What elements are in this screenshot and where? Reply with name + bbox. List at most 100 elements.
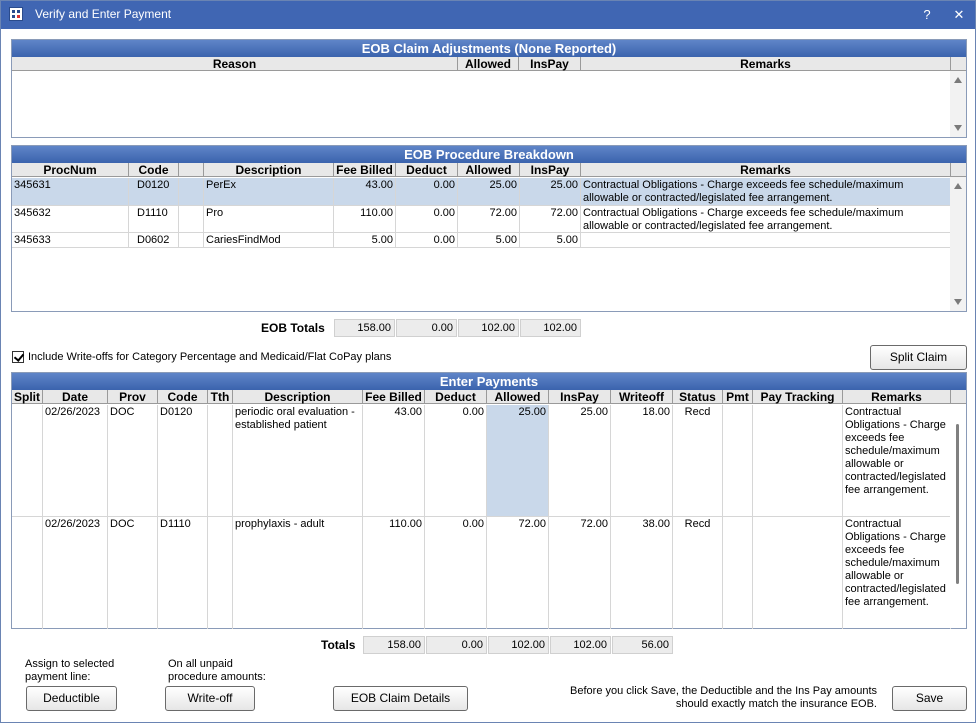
cell-writeoff[interactable]: 38.00 bbox=[611, 517, 673, 629]
save-note: Before you click Save, the Deductible an… bbox=[570, 685, 877, 710]
procedure-breakdown-header: EOB Procedure Breakdown bbox=[12, 146, 966, 163]
cell-fee-billed: 43.00 bbox=[334, 178, 396, 205]
enter-payments-header: Enter Payments bbox=[12, 373, 966, 390]
col-allowed[interactable]: Allowed bbox=[458, 57, 519, 71]
col-fee-billed[interactable]: Fee Billed bbox=[334, 163, 396, 177]
cell-pay-tracking[interactable] bbox=[753, 517, 843, 629]
col-pmt[interactable]: Pmt bbox=[723, 390, 753, 404]
eob-claim-details-button[interactable]: EOB Claim Details bbox=[333, 686, 468, 711]
col-date[interactable]: Date bbox=[43, 390, 108, 404]
col-allowed[interactable]: Allowed bbox=[487, 390, 549, 404]
save-button[interactable]: Save bbox=[892, 686, 967, 711]
scroll-down-icon[interactable] bbox=[954, 125, 962, 131]
col-tooth[interactable]: Tth bbox=[208, 390, 233, 404]
cell-allowed[interactable]: 25.00 bbox=[487, 405, 549, 516]
col-pay-tracking[interactable]: Pay Tracking bbox=[753, 390, 843, 404]
scroll-up-icon[interactable] bbox=[954, 183, 962, 189]
col-remarks[interactable]: Remarks bbox=[581, 163, 951, 177]
cell-writeoff[interactable]: 18.00 bbox=[611, 405, 673, 516]
cell-status: Recd bbox=[673, 405, 723, 516]
cell-pmt bbox=[723, 405, 753, 516]
cell-deduct[interactable]: 0.00 bbox=[425, 405, 487, 516]
table-row[interactable]: 345632 D1110 Pro 110.00 0.00 72.00 72.00… bbox=[12, 206, 951, 233]
cell-allowed[interactable]: 72.00 bbox=[487, 517, 549, 629]
scroll-down-icon[interactable] bbox=[954, 299, 962, 305]
cell-remarks: Contractual Obligations - Charge exceeds… bbox=[581, 206, 951, 232]
writeoff-button[interactable]: Write-off bbox=[165, 686, 255, 711]
col-status[interactable]: Status bbox=[673, 390, 723, 404]
unpaid-note: On all unpaid procedure amounts: bbox=[168, 658, 266, 683]
cell-modifier bbox=[179, 233, 204, 247]
col-reason[interactable]: Reason bbox=[12, 57, 458, 71]
scroll-thumb[interactable] bbox=[956, 424, 959, 584]
payment-totals-label: Totals bbox=[321, 638, 356, 652]
table-row[interactable]: 02/26/2023 DOC D0120 periodic oral evalu… bbox=[12, 405, 951, 517]
enter-payments-grid: Enter Payments Split Date Prov Code Tth … bbox=[11, 372, 967, 629]
col-fee-billed[interactable]: Fee Billed bbox=[363, 390, 425, 404]
eob-totals-label: EOB Totals bbox=[261, 321, 325, 335]
col-split[interactable]: Split bbox=[12, 390, 43, 404]
procedure-breakdown-scrollbar[interactable] bbox=[950, 177, 966, 311]
deductible-button[interactable]: Deductible bbox=[26, 686, 117, 711]
cell-description: Pro bbox=[204, 206, 334, 232]
verify-payment-window: Verify and Enter Payment ? ✕ EOB Claim A… bbox=[0, 0, 976, 723]
cell-remarks[interactable]: Contractual Obligations - Charge exceeds… bbox=[843, 405, 951, 516]
cell-inspay: 25.00 bbox=[520, 178, 581, 205]
include-writeoffs-label[interactable]: Include Write-offs for Category Percenta… bbox=[28, 351, 391, 363]
col-inspay[interactable]: InsPay bbox=[549, 390, 611, 404]
close-icon[interactable]: ✕ bbox=[947, 5, 971, 25]
col-allowed[interactable]: Allowed bbox=[458, 163, 520, 177]
cell-code: D1110 bbox=[158, 517, 208, 629]
cell-split[interactable] bbox=[12, 405, 43, 516]
include-writeoffs-checkbox[interactable] bbox=[12, 351, 24, 363]
table-row[interactable]: 345633 D0602 CariesFindMod 5.00 0.00 5.0… bbox=[12, 233, 951, 248]
split-claim-button[interactable]: Split Claim bbox=[870, 345, 967, 370]
cell-inspay[interactable]: 72.00 bbox=[549, 517, 611, 629]
col-prov[interactable]: Prov bbox=[108, 390, 158, 404]
cell-allowed: 5.00 bbox=[458, 233, 520, 247]
cell-date: 02/26/2023 bbox=[43, 405, 108, 516]
claim-adjustments-scrollbar[interactable] bbox=[950, 71, 966, 137]
col-code[interactable]: Code bbox=[158, 390, 208, 404]
claim-adjustments-grid: EOB Claim Adjustments (None Reported) Re… bbox=[11, 39, 967, 138]
col-remarks[interactable]: Remarks bbox=[843, 390, 951, 404]
cell-remarks[interactable]: Contractual Obligations - Charge exceeds… bbox=[843, 517, 951, 629]
cell-deduct: 0.00 bbox=[396, 233, 458, 247]
help-button[interactable]: ? bbox=[915, 5, 939, 25]
total-inspay: 102.00 bbox=[550, 636, 611, 654]
col-description[interactable]: Description bbox=[204, 163, 334, 177]
cell-inspay[interactable]: 25.00 bbox=[549, 405, 611, 516]
claim-adjustments-columns: Reason Allowed InsPay Remarks bbox=[12, 57, 966, 71]
col-procnum[interactable]: ProcNum bbox=[12, 163, 129, 177]
cell-allowed: 72.00 bbox=[458, 206, 520, 232]
col-deduct[interactable]: Deduct bbox=[425, 390, 487, 404]
col-deduct[interactable]: Deduct bbox=[396, 163, 458, 177]
cell-prov: DOC bbox=[108, 517, 158, 629]
col-remarks[interactable]: Remarks bbox=[581, 57, 951, 71]
cell-code: D0120 bbox=[129, 178, 179, 205]
col-writeoff[interactable]: Writeoff bbox=[611, 390, 673, 404]
total-deduct: 0.00 bbox=[426, 636, 487, 654]
cell-modifier bbox=[179, 178, 204, 205]
cell-pay-tracking[interactable] bbox=[753, 405, 843, 516]
table-row[interactable]: 02/26/2023 DOC D1110 prophylaxis - adult… bbox=[12, 517, 951, 629]
enter-payments-columns: Split Date Prov Code Tth Description Fee… bbox=[12, 390, 966, 404]
col-description[interactable]: Description bbox=[233, 390, 363, 404]
total-allowed: 102.00 bbox=[488, 636, 549, 654]
app-grid-icon bbox=[9, 7, 23, 21]
cell-fee-billed: 5.00 bbox=[334, 233, 396, 247]
col-code[interactable]: Code bbox=[129, 163, 179, 177]
cell-deduct[interactable]: 0.00 bbox=[425, 517, 487, 629]
cell-deduct: 0.00 bbox=[396, 206, 458, 232]
col-inspay[interactable]: InsPay bbox=[519, 57, 581, 71]
cell-prov: DOC bbox=[108, 405, 158, 516]
total-fee-billed: 158.00 bbox=[363, 636, 425, 654]
cell-tooth bbox=[208, 517, 233, 629]
col-modifier[interactable] bbox=[179, 163, 204, 177]
col-inspay[interactable]: InsPay bbox=[520, 163, 581, 177]
table-row[interactable]: 345631 D0120 PerEx 43.00 0.00 25.00 25.0… bbox=[12, 178, 951, 206]
scroll-up-icon[interactable] bbox=[954, 77, 962, 83]
cell-deduct: 0.00 bbox=[396, 178, 458, 205]
cell-split[interactable] bbox=[12, 517, 43, 629]
enter-payments-scrollbar[interactable] bbox=[950, 404, 966, 628]
